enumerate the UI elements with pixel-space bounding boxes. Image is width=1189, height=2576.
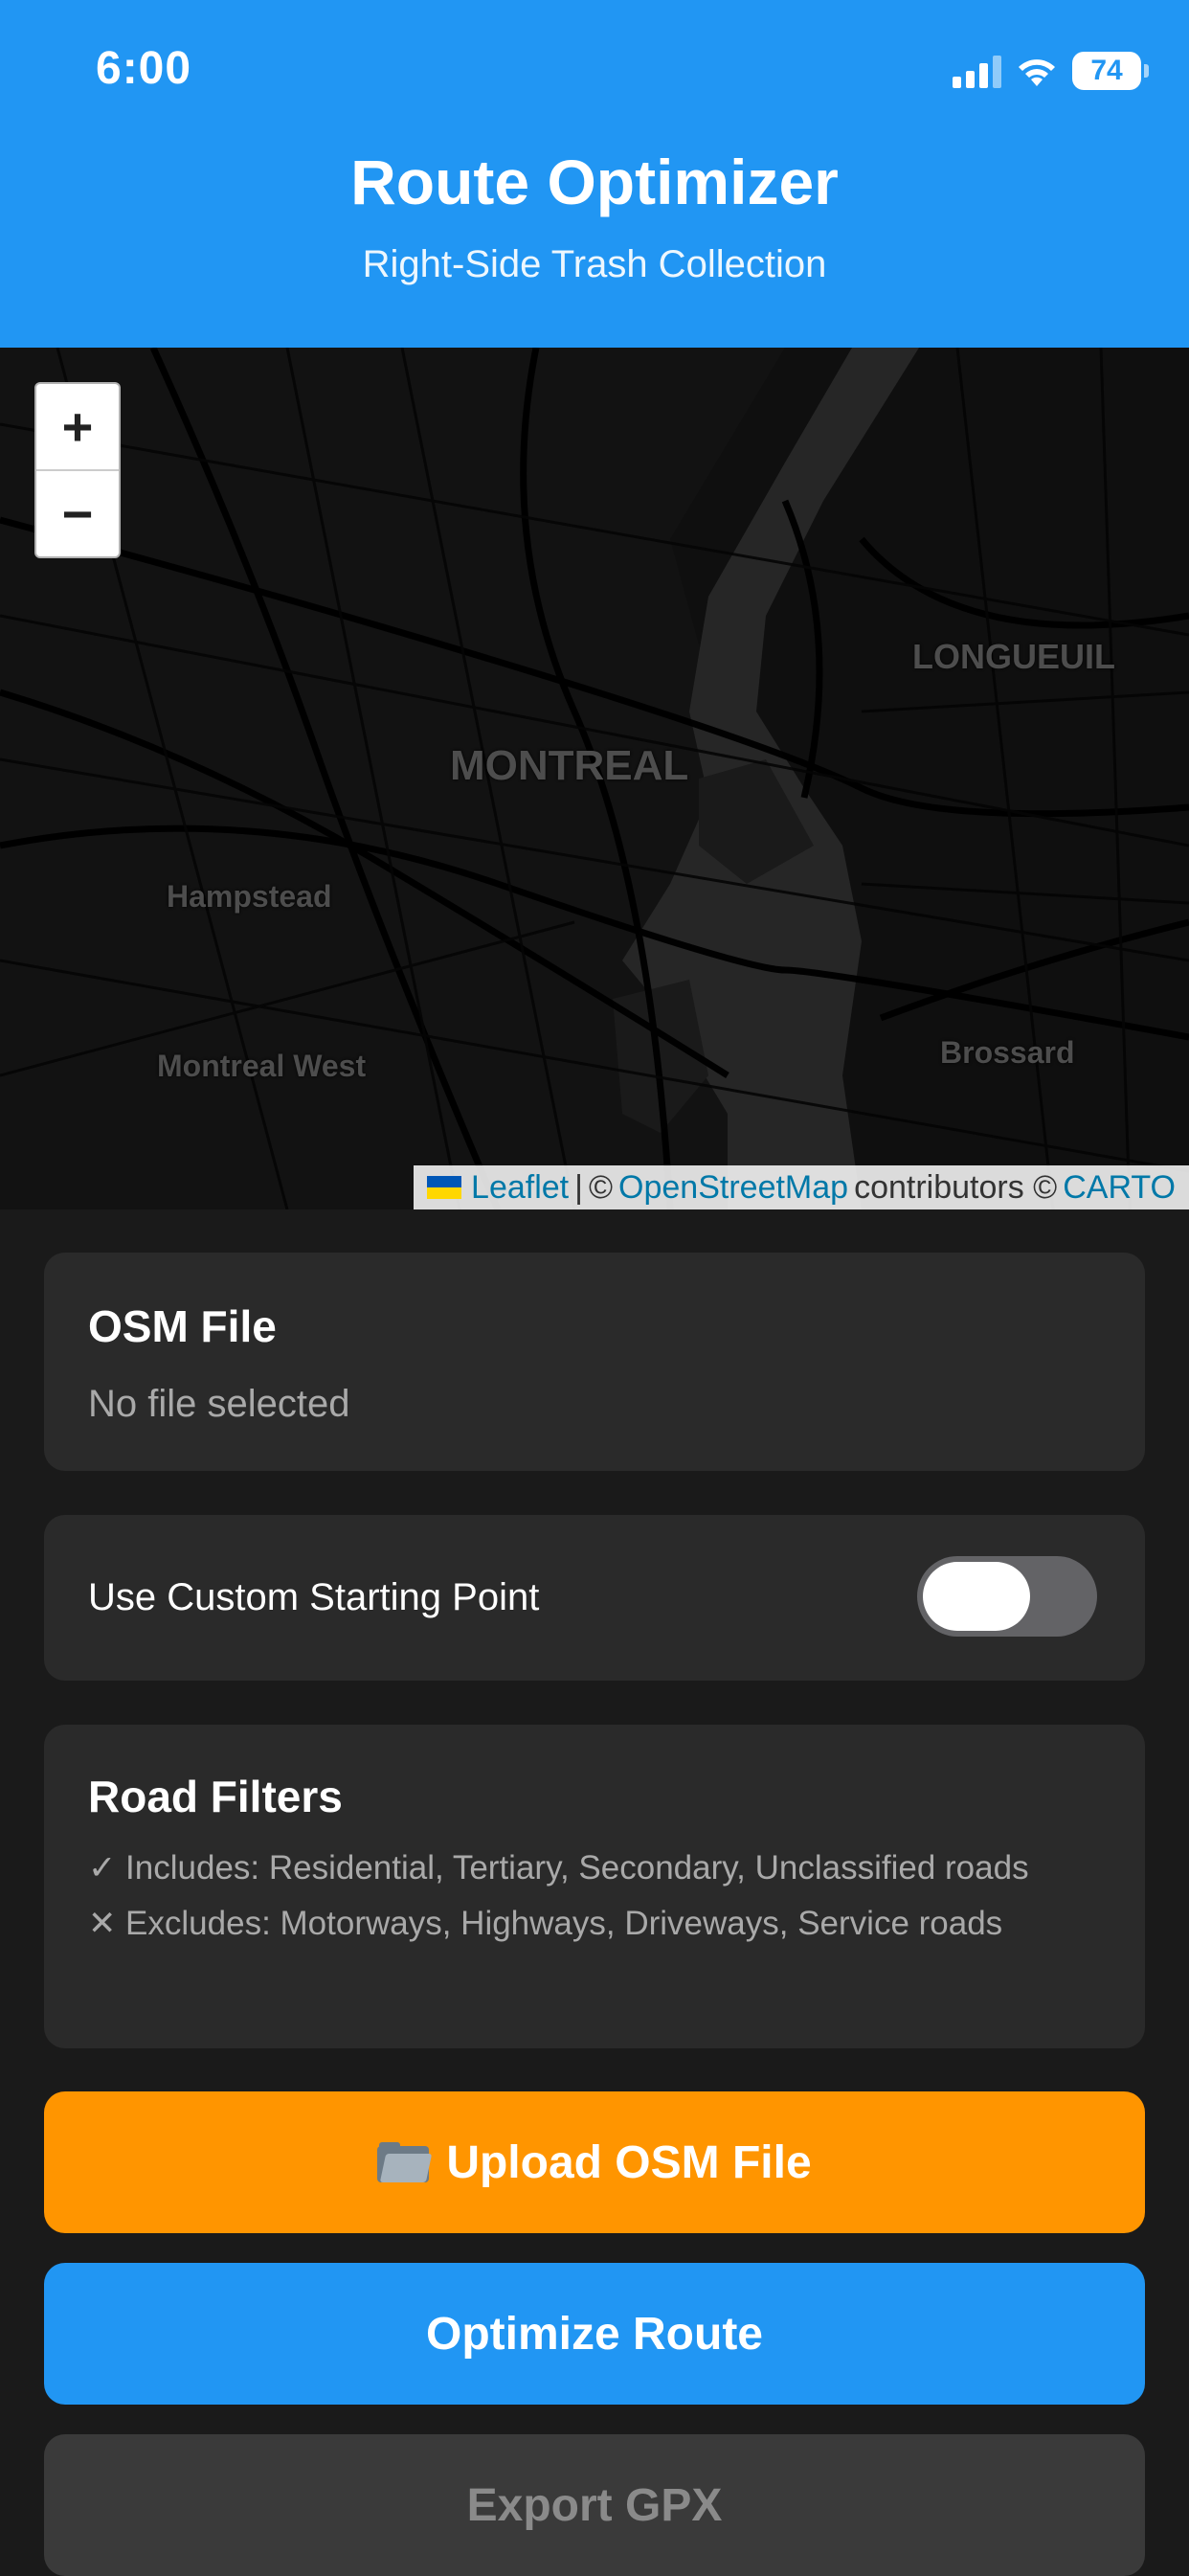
attribution-contributors: contributors © xyxy=(854,1168,1058,1206)
custom-start-label: Use Custom Starting Point xyxy=(88,1576,540,1618)
map-label-hampstead: Hampstead xyxy=(167,879,332,914)
page-subtitle: Right-Side Trash Collection xyxy=(362,243,827,285)
export-gpx-button[interactable]: Export GPX xyxy=(44,2434,1145,2576)
road-filters-includes: ✓ Includes: Residential, Tertiary, Secon… xyxy=(88,1849,1029,1887)
zoom-out-button[interactable]: − xyxy=(36,469,119,556)
toggle-knob xyxy=(923,1562,1030,1631)
carto-link[interactable]: CARTO xyxy=(1063,1169,1176,1207)
cellular-signal-icon xyxy=(953,54,1001,88)
osm-file-title: OSM File xyxy=(88,1301,277,1351)
map-label-longueuil: LONGUEUIL xyxy=(912,637,1115,676)
status-time: 6:00 xyxy=(96,43,192,94)
zoom-control: + − xyxy=(34,382,121,558)
upload-osm-button[interactable]: Upload OSM File xyxy=(44,2091,1145,2233)
optimize-route-label: Optimize Route xyxy=(425,2308,763,2360)
zoom-in-button[interactable]: + xyxy=(36,384,119,469)
attribution-separator: | xyxy=(574,1168,583,1206)
wifi-icon xyxy=(1019,59,1055,86)
road-filters-excludes: ✕ Excludes: Motorways, Highways, Drivewa… xyxy=(88,1905,1003,1942)
osm-file-card: OSM File No file selected xyxy=(44,1253,1145,1471)
battery-level: 74 xyxy=(1090,55,1123,86)
map-view[interactable]: + − MONTREAL LONGUEUIL Hampstead Montrea… xyxy=(0,348,1189,1209)
optimize-route-button[interactable]: Optimize Route xyxy=(44,2263,1145,2405)
ukraine-flag-icon xyxy=(427,1176,462,1199)
attribution-copyright: © xyxy=(588,1168,614,1206)
upload-osm-label: Upload OSM File xyxy=(446,2136,812,2188)
leaflet-link[interactable]: Leaflet xyxy=(471,1169,569,1207)
custom-start-card: Use Custom Starting Point xyxy=(44,1515,1145,1681)
map-label-brossard: Brossard xyxy=(940,1035,1075,1070)
openstreetmap-link[interactable]: OpenStreetMap xyxy=(618,1169,848,1207)
folder-icon xyxy=(377,2142,433,2182)
road-filters-card: Road Filters ✓ Includes: Residential, Te… xyxy=(44,1725,1145,2048)
osm-file-status: No file selected xyxy=(88,1383,350,1425)
map-label-montreal-west: Montreal West xyxy=(157,1049,367,1083)
battery-icon: 74 xyxy=(1072,52,1149,90)
page-title: Route Optimizer xyxy=(350,147,839,217)
export-gpx-label: Export GPX xyxy=(466,2479,723,2531)
map-attribution: Leaflet | © OpenStreetMap contributors ©… xyxy=(414,1165,1189,1209)
custom-start-toggle[interactable] xyxy=(917,1556,1097,1637)
map-label-montreal: MONTREAL xyxy=(450,742,689,789)
road-filters-title: Road Filters xyxy=(88,1772,343,1821)
status-icons: 74 xyxy=(953,50,1149,92)
app-header: 6:00 74 Route Optimizer Right-Side Trash… xyxy=(0,0,1189,348)
